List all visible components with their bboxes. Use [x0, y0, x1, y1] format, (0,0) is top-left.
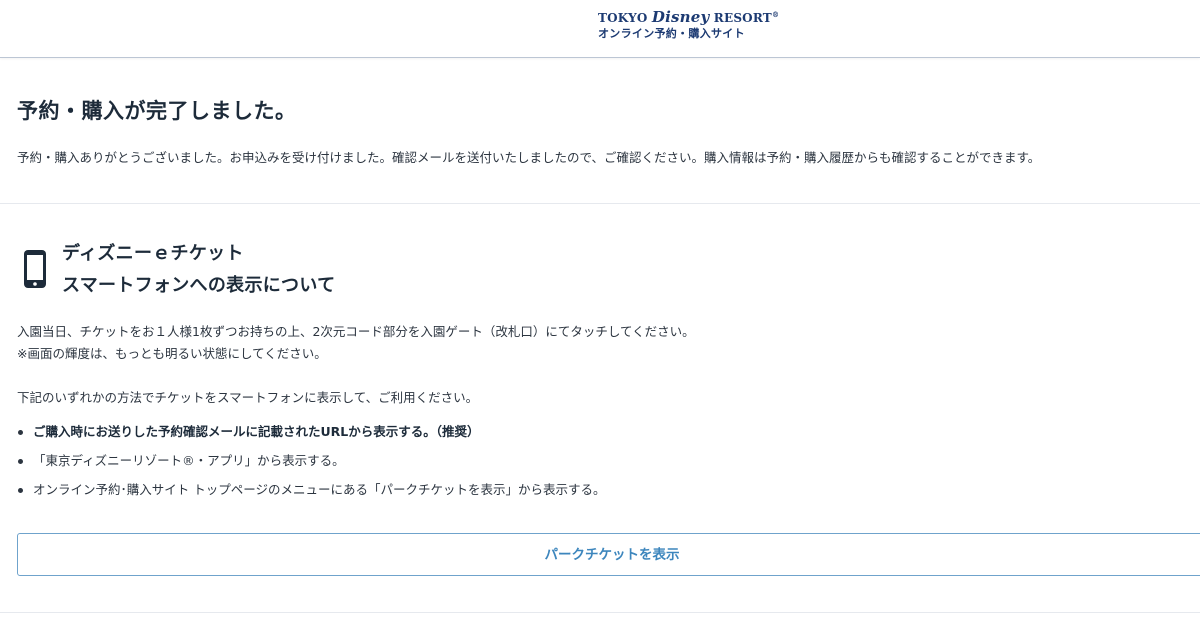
bullet-icon [18, 430, 23, 435]
bullet-icon [18, 459, 23, 464]
page-title: 予約・購入が完了しました。 [17, 99, 297, 123]
instruction-text: 入園当日、チケットをお１人様1枚ずつお持ちの上、2次元コード部分を入園ゲート（改… [17, 324, 695, 339]
logo-subtitle: オンライン予約・購入サイト [598, 27, 745, 40]
eticket-heading: ディズニーｅチケット スマートフォンへの表示について [62, 238, 335, 302]
logo-wordmark: TOKYO Disney RESORT® [598, 8, 780, 26]
eticket-heading-line1: ディズニーｅチケット [62, 243, 244, 264]
smartphone-icon [24, 250, 46, 288]
brightness-note: ※画面の輝度は、もっとも明るい状態にしてください。 [17, 346, 327, 361]
show-park-ticket-button[interactable]: パークチケットを表示 [17, 533, 1200, 576]
list-item: オンライン予約･購入サイト トップページのメニューにある「パークチケットを表示」… [17, 482, 605, 498]
completion-message: 予約・購入ありがとうございました。お申込みを受け付けました。確認メールを送付いた… [17, 150, 1041, 165]
site-header: TOKYO Disney RESORT® オンライン予約・購入サイト [0, 0, 1200, 58]
list-item: 「東京ディズニーリゾート®・アプリ」から表示する。 [17, 453, 605, 469]
list-item: ご購入時にお送りした予約確認メールに記載されたURLから表示する。（推奨） [17, 424, 605, 440]
methods-intro: 下記のいずれかの方法でチケットをスマートフォンに表示して、ご利用ください。 [17, 390, 479, 405]
completion-section: 予約・購入が完了しました。 予約・購入ありがとうございました。お申込みを受け付け… [0, 58, 1200, 204]
eticket-heading-line2: スマートフォンへの表示について [62, 275, 336, 296]
tokyo-disney-resort-logo[interactable]: TOKYO Disney RESORT® オンライン予約・購入サイト [598, 8, 780, 48]
eticket-section: ディズニーｅチケット スマートフォンへの表示について 入園当日、チケットをお１人… [0, 204, 1200, 613]
bullet-icon [18, 488, 23, 493]
display-methods-list: ご購入時にお送りした予約確認メールに記載されたURLから表示する。（推奨） 「東… [17, 424, 605, 511]
